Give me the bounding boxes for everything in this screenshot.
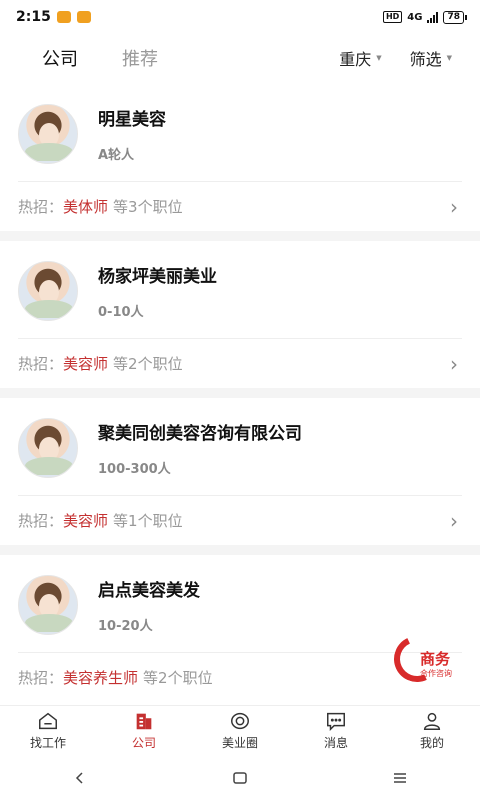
nav-label: 美业圈 [221,736,258,750]
company-size: A轮人 [98,147,135,163]
tab-company[interactable]: 公司 [42,45,78,71]
battery-icon: 78 [443,10,467,24]
caret-down-icon: ▼ [376,54,382,62]
company-size: 100-300人 [98,461,171,477]
hot-role: 美容师 [63,512,109,530]
chevron-right-icon: › [450,508,458,533]
home-square-icon [233,771,247,784]
nav-label: 我的 [419,736,444,750]
filter-selector[interactable]: 筛选 ▼ [410,46,452,70]
chevron-right-icon: › [450,194,458,219]
system-nav-bar [0,755,480,800]
city-label: 重庆 [339,50,372,69]
nav-beauty-circle[interactable]: 美业圈 [192,706,288,755]
hot-role: 美容师 [63,355,109,373]
company-size: 0-10人 [98,304,144,320]
back-icon [75,771,83,784]
chevron-right-icon: › [450,351,458,376]
hot-suffix: 等2个职位 [113,355,183,373]
status-time: 2:15 [16,9,51,25]
company-name: 聚美同创美容咨询有限公司 [98,423,302,444]
hot-prefix: 热招： [18,198,64,216]
nav-label: 消息 [323,736,348,750]
hot-suffix: 等3个职位 [113,198,183,216]
company-avatar [18,574,78,635]
company-icon [136,713,152,730]
company-card[interactable]: 杨家坪美丽美业 0-10人 热招： 美容师 等2个职位 › [0,241,480,388]
company-avatar [18,417,78,478]
hot-jobs-row[interactable]: 热招： 美体师 等3个职位 › [18,181,462,231]
company-card[interactable]: 聚美同创美容咨询有限公司 100-300人 热招： 美容师 等1个职位 › [0,398,480,545]
company-list: 明星美容 A轮人 热招： 美体师 等3个职位 › 杨家坪美丽美业 0-10人 热… [0,84,480,702]
company-name: 杨家坪美丽美业 [98,266,217,287]
divider [0,388,480,398]
message-icon [327,712,345,732]
company-name: 启点美容美发 [98,580,200,601]
hot-prefix: 热招： [18,669,64,687]
hot-jobs-row[interactable]: 热招： 美容师 等1个职位 › [18,495,462,545]
bottom-nav: 找工作 公司 美业圈 消息 我的 [0,705,480,755]
hot-role: 美体师 [63,198,109,216]
caret-down-icon: ▼ [446,54,452,62]
hot-jobs-row[interactable]: 热招： 美容师 等2个职位 › [18,338,462,388]
home-icon [39,712,57,730]
nav-profile[interactable]: 我的 [384,706,480,755]
tab-recommend[interactable]: 推荐 [122,45,158,71]
status-bar: 2:15 HD 4G 78 [0,0,480,34]
biz-subtitle: 合作咨询 [420,669,452,678]
circle-icon [231,712,249,730]
nav-label: 找工作 [29,736,66,750]
home-button[interactable] [220,763,260,793]
city-selector[interactable]: 重庆 ▼ [339,46,381,70]
nav-messages[interactable]: 消息 [288,706,384,755]
company-avatar [18,260,78,321]
menu-icon [394,772,406,783]
header: 公司 推荐 重庆 ▼ 筛选 ▼ [0,34,480,82]
divider [0,231,480,241]
company-card[interactable]: 明星美容 A轮人 热招： 美体师 等3个职位 › [0,84,480,231]
company-name: 明星美容 [98,109,166,130]
divider [0,545,480,555]
hot-prefix: 热招： [18,355,64,373]
notification-icon [56,11,71,23]
nav-label: 公司 [131,736,156,750]
battery-level: 78 [447,11,460,22]
hot-prefix: 热招： [18,512,64,530]
company-size: 10-20人 [98,618,153,634]
nav-find-job[interactable]: 找工作 [0,706,96,755]
hot-suffix: 等2个职位 [143,669,213,687]
nav-company[interactable]: 公司 [96,706,192,755]
hot-role: 美容养生师 [63,669,139,687]
back-button[interactable] [60,763,100,793]
hot-suffix: 等1个职位 [113,512,183,530]
network-label: 4G [407,11,423,23]
filter-label: 筛选 [409,50,442,69]
biz-title: 商务 [420,650,451,668]
menu-button[interactable] [380,763,420,793]
notification-icon-2 [76,11,91,23]
company-avatar [18,103,78,164]
signal-icon [427,11,439,23]
hd-badge: HD [382,11,403,23]
person-icon [423,712,441,730]
business-consult-button[interactable]: 商务 合作咨询 [387,629,466,689]
